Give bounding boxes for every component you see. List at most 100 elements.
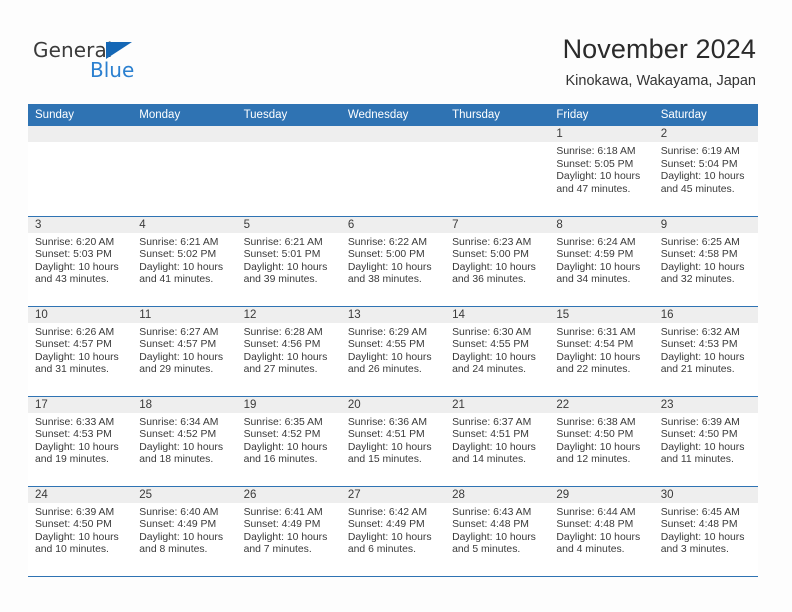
day-info-line: Daylight: 10 hours	[452, 441, 536, 453]
calendar-day-cell[interactable]: 19 Sunrise: 6:35 AM Sunset: 4:52 PM Dayligh…	[236, 395, 341, 486]
calendar-day-cell[interactable]: 26 Sunrise: 6:41 AM Sunset: 4:49 PM Dayligh…	[236, 485, 341, 577]
calendar-day-cell[interactable]: 21 Sunrise: 6:37 AM Sunset: 4:51 PM Dayligh…	[445, 395, 550, 486]
day-number	[445, 126, 550, 142]
calendar-day-cell[interactable]: 23 Sunrise: 6:39 AM Sunset: 4:50 PM Dayligh…	[653, 395, 758, 486]
day-info-line: Sunset: 4:50 PM	[556, 429, 634, 441]
calendar-day-cell[interactable]: 16 Sunrise: 6:32 AM Sunset: 4:53 PM Dayligh…	[653, 305, 758, 396]
day-info-line: Sunrise: 6:37 AM	[452, 416, 532, 428]
calendar-day-cell[interactable]: 1 Sunrise: 6:18 AM Sunset: 5:05 PM Daylight…	[549, 126, 654, 216]
day-info-line: Daylight: 10 hours	[556, 531, 641, 543]
calendar-day-cell[interactable]: 13 Sunrise: 6:29 AM Sunset: 4:55 PM Dayligh…	[340, 305, 446, 396]
calendar-week-row: 24 Sunrise: 6:39 AM Sunset: 4:50 PM Dayligh…	[28, 485, 758, 577]
day-cell-inner: 21 Sunrise: 6:37 AM Sunset: 4:51 PM Dayligh…	[445, 396, 550, 486]
day-info-line: Sunset: 4:50 PM	[35, 519, 112, 531]
day-info-line: Sunrise: 6:36 AM	[347, 416, 427, 428]
calendar-day-cell[interactable]: 4 Sunrise: 6:21 AM Sunset: 5:02 PM Daylight…	[132, 215, 237, 306]
day-sun-info: Sunrise: 6:21 AM Sunset: 5:02 PM Daylight:…	[132, 233, 236, 287]
day-cell-inner: 14 Sunrise: 6:30 AM Sunset: 4:55 PM Dayligh…	[445, 306, 550, 396]
day-info-line: Sunset: 4:54 PM	[556, 339, 634, 351]
page-title: November 2024	[562, 34, 756, 64]
day-number: 25	[132, 486, 237, 503]
calendar-day-cell[interactable]: 3 Sunrise: 6:20 AM Sunset: 5:03 PM Daylight…	[28, 215, 133, 306]
calendar-day-cell[interactable]: 12 Sunrise: 6:28 AM Sunset: 4:56 PM Dayligh…	[236, 305, 341, 396]
day-info-line: and 22 minutes.	[556, 364, 631, 376]
calendar-day-cell-empty	[236, 126, 341, 216]
calendar-day-cell[interactable]: 11 Sunrise: 6:27 AM Sunset: 4:57 PM Dayligh…	[132, 305, 237, 396]
calendar-day-cell[interactable]: 25 Sunrise: 6:40 AM Sunset: 4:49 PM Dayligh…	[132, 485, 237, 577]
day-info-line: Daylight: 10 hours	[660, 171, 745, 183]
calendar-day-cell[interactable]: 8 Sunrise: 6:24 AM Sunset: 4:59 PM Daylight…	[549, 215, 654, 306]
day-info-line: Sunrise: 6:42 AM	[347, 506, 427, 518]
day-info-line: and 8 minutes.	[139, 544, 208, 556]
day-sun-info: Sunrise: 6:38 AM Sunset: 4:50 PM Daylight:…	[549, 413, 653, 467]
calendar-body: 1 Sunrise: 6:18 AM Sunset: 5:05 PM Daylight…	[28, 126, 758, 577]
day-info-line: Daylight: 10 hours	[243, 531, 328, 543]
calendar-day-cell[interactable]: 30 Sunrise: 6:45 AM Sunset: 4:48 PM Dayligh…	[653, 485, 758, 577]
day-cell-inner: 16 Sunrise: 6:32 AM Sunset: 4:53 PM Dayligh…	[653, 306, 758, 396]
day-sun-info: Sunrise: 6:30 AM Sunset: 4:55 PM Daylight:…	[445, 323, 549, 377]
day-cell-inner: 1 Sunrise: 6:18 AM Sunset: 5:05 PM Daylight…	[549, 126, 654, 216]
day-info-line: Sunset: 4:57 PM	[35, 339, 112, 351]
calendar-day-cell[interactable]: 18 Sunrise: 6:34 AM Sunset: 4:52 PM Dayligh…	[132, 395, 237, 486]
calendar-week-row: 3 Sunrise: 6:20 AM Sunset: 5:03 PM Daylight…	[28, 215, 758, 306]
day-info-line: and 4 minutes.	[556, 544, 625, 556]
calendar-day-cell[interactable]: 5 Sunrise: 6:21 AM Sunset: 5:01 PM Daylight…	[236, 215, 341, 306]
day-info-line: Sunrise: 6:39 AM	[35, 506, 115, 518]
day-info-line: Sunrise: 6:23 AM	[452, 236, 532, 248]
day-number: 4	[132, 216, 237, 233]
calendar-day-cell[interactable]: 24 Sunrise: 6:39 AM Sunset: 4:50 PM Dayligh…	[28, 485, 133, 577]
day-info-line: Sunrise: 6:29 AM	[347, 326, 427, 338]
day-info-line: and 29 minutes.	[139, 364, 214, 376]
day-cell-inner: 8 Sunrise: 6:24 AM Sunset: 4:59 PM Daylight…	[549, 216, 654, 306]
day-info-line: Sunset: 4:53 PM	[35, 429, 112, 441]
calendar-day-cell[interactable]: 15 Sunrise: 6:31 AM Sunset: 4:54 PM Dayligh…	[549, 305, 654, 396]
day-info-line: and 39 minutes.	[243, 274, 318, 286]
calendar-day-cell[interactable]: 22 Sunrise: 6:38 AM Sunset: 4:50 PM Dayligh…	[549, 395, 654, 486]
day-cell-inner: 4 Sunrise: 6:21 AM Sunset: 5:02 PM Daylight…	[132, 216, 237, 306]
day-cell-inner: 18 Sunrise: 6:34 AM Sunset: 4:52 PM Dayligh…	[132, 396, 237, 486]
calendar-day-cell[interactable]: 17 Sunrise: 6:33 AM Sunset: 4:53 PM Dayligh…	[28, 395, 133, 486]
day-info-line: Daylight: 10 hours	[243, 351, 328, 363]
day-number: 12	[236, 306, 341, 323]
day-info-line: and 11 minutes.	[660, 454, 734, 466]
calendar-day-cell-empty	[132, 126, 237, 216]
day-number: 2	[653, 126, 758, 142]
day-info-line: Sunrise: 6:22 AM	[347, 236, 427, 248]
day-sun-info: Sunrise: 6:45 AM Sunset: 4:48 PM Daylight:…	[654, 503, 758, 557]
day-number	[340, 126, 446, 142]
day-info-line: Sunrise: 6:19 AM	[660, 146, 740, 157]
day-info-line: Sunset: 4:51 PM	[347, 429, 425, 441]
calendar-day-cell[interactable]: 9 Sunrise: 6:25 AM Sunset: 4:58 PM Daylight…	[653, 215, 758, 306]
day-number: 27	[340, 486, 446, 503]
day-info-line: and 7 minutes.	[243, 544, 312, 556]
day-info-line: Sunset: 5:05 PM	[556, 158, 634, 170]
weekday-header-friday: Friday	[549, 104, 654, 126]
day-cell-inner: 3 Sunrise: 6:20 AM Sunset: 5:03 PM Daylight…	[28, 216, 133, 306]
day-info-line: Sunset: 4:56 PM	[243, 339, 321, 351]
day-info-line: Daylight: 10 hours	[35, 351, 119, 363]
generalblue-logo[interactable]: General Blue	[33, 38, 213, 86]
day-number	[236, 126, 341, 142]
day-info-line: Sunrise: 6:25 AM	[660, 236, 740, 248]
day-cell-inner: 24 Sunrise: 6:39 AM Sunset: 4:50 PM Dayligh…	[28, 486, 133, 576]
day-cell-inner: 5 Sunrise: 6:21 AM Sunset: 5:01 PM Daylight…	[236, 216, 341, 306]
day-sun-info: Sunrise: 6:41 AM Sunset: 4:49 PM Daylight:…	[237, 503, 341, 557]
day-number: 7	[445, 216, 550, 233]
calendar-day-cell[interactable]: 14 Sunrise: 6:30 AM Sunset: 4:55 PM Dayligh…	[445, 305, 550, 396]
calendar-day-cell[interactable]: 20 Sunrise: 6:36 AM Sunset: 4:51 PM Dayligh…	[340, 395, 446, 486]
day-sun-info: Sunrise: 6:32 AM Sunset: 4:53 PM Daylight:…	[654, 323, 758, 377]
calendar-day-cell[interactable]: 27 Sunrise: 6:42 AM Sunset: 4:49 PM Dayligh…	[340, 485, 446, 577]
calendar-day-cell[interactable]: 2 Sunrise: 6:19 AM Sunset: 5:04 PM Daylight…	[653, 126, 758, 216]
calendar-day-cell[interactable]: 6 Sunrise: 6:22 AM Sunset: 5:00 PM Daylight…	[340, 215, 446, 306]
calendar-day-cell[interactable]: 28 Sunrise: 6:43 AM Sunset: 4:48 PM Dayligh…	[445, 485, 550, 577]
day-sun-info: Sunrise: 6:19 AM Sunset: 5:04 PM Daylight:…	[654, 142, 758, 196]
calendar-day-cell[interactable]: 7 Sunrise: 6:23 AM Sunset: 5:00 PM Daylight…	[445, 215, 550, 306]
day-number	[28, 126, 133, 142]
day-sun-info: Sunrise: 6:31 AM Sunset: 4:54 PM Daylight:…	[549, 323, 653, 377]
calendar-day-cell[interactable]: 29 Sunrise: 6:44 AM Sunset: 4:48 PM Dayligh…	[549, 485, 654, 577]
calendar-day-cell[interactable]: 10 Sunrise: 6:26 AM Sunset: 4:57 PM Dayligh…	[28, 305, 133, 396]
day-info-line: Sunrise: 6:45 AM	[660, 506, 740, 518]
weekday-header-thursday: Thursday	[445, 104, 550, 126]
day-sun-info: Sunrise: 6:25 AM Sunset: 4:58 PM Daylight:…	[654, 233, 758, 287]
calendar-week-row: 10 Sunrise: 6:26 AM Sunset: 4:57 PM Dayligh…	[28, 305, 758, 396]
